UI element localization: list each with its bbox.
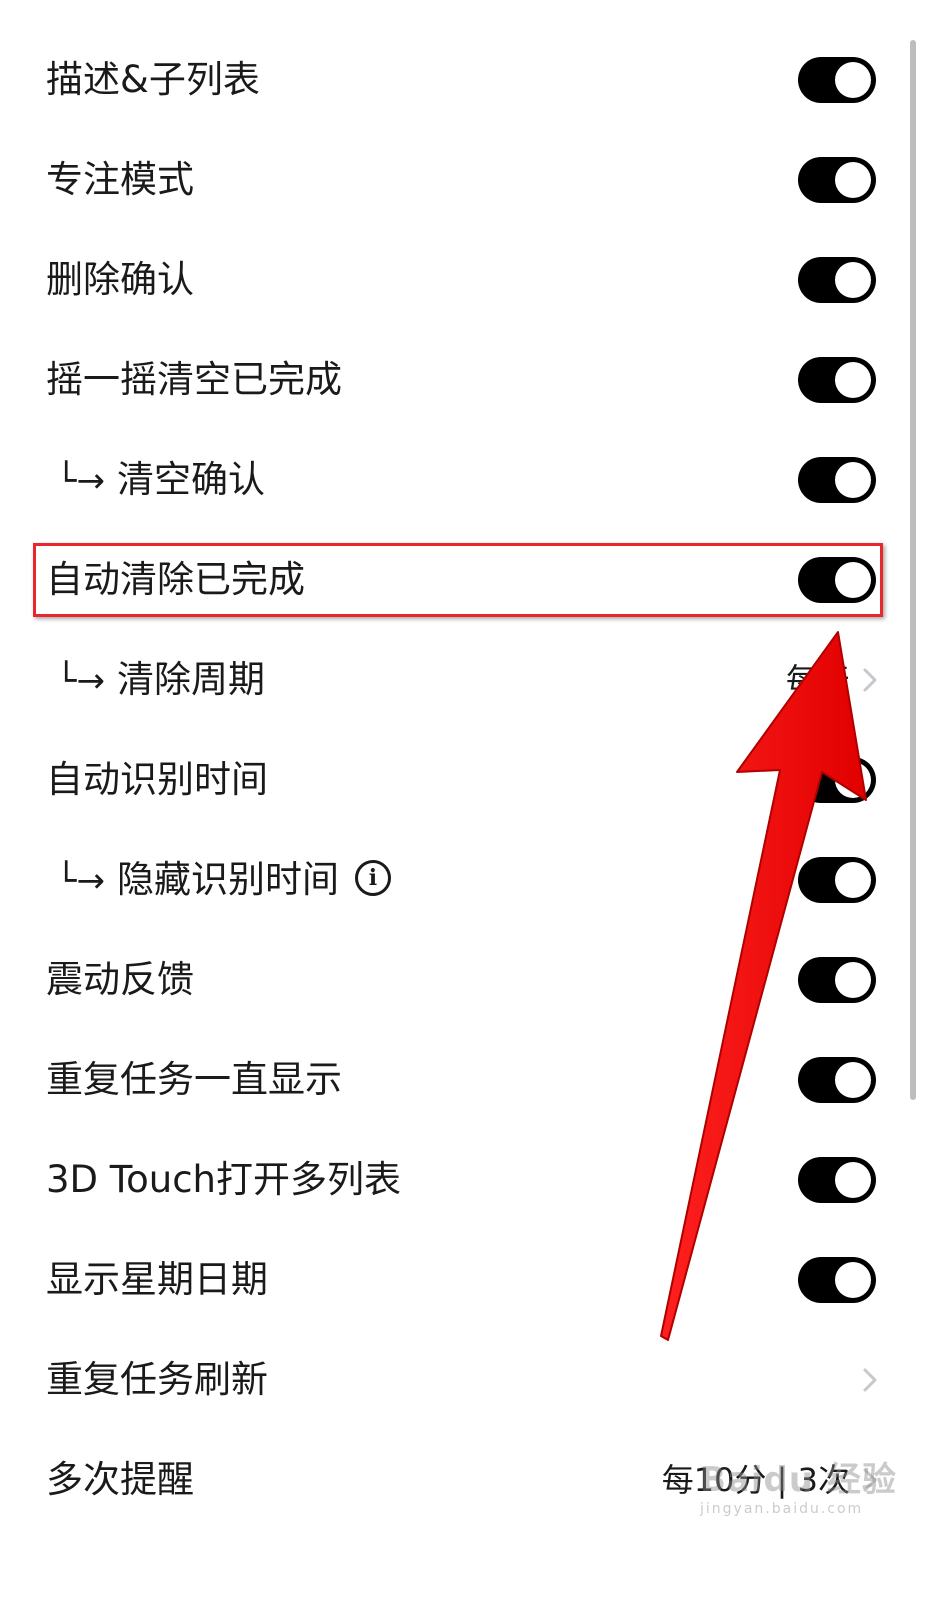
setting-label: 描述&子列表: [46, 58, 260, 101]
toggle-knob: [835, 462, 871, 498]
setting-label: 专注模式: [46, 158, 194, 201]
setting-value: 每10分 | 3次: [661, 1461, 850, 1499]
setting-label: 重复任务刷新: [46, 1358, 268, 1401]
setting-row-focus-mode[interactable]: 专注模式: [0, 130, 940, 230]
scrollbar[interactable]: [910, 40, 916, 1100]
toggle-switch[interactable]: [798, 1157, 876, 1203]
sub-arrow-icon: └→: [56, 861, 105, 901]
toggle-switch[interactable]: [798, 457, 876, 503]
chevron-right-icon: [863, 1468, 877, 1492]
setting-label-text: 隐藏识别时间: [116, 858, 339, 901]
toggle-switch[interactable]: [798, 57, 876, 103]
setting-row-clear-confirm[interactable]: └→ 清空确认: [0, 430, 940, 530]
toggle-knob: [835, 962, 871, 998]
setting-row-multiple-reminders[interactable]: 多次提醒 每10分 | 3次: [0, 1430, 940, 1530]
setting-row-show-weekday[interactable]: 显示星期日期: [0, 1230, 940, 1330]
chevron-right-icon: [863, 668, 877, 692]
toggle-knob: [835, 162, 871, 198]
setting-label-text: 清空确认: [116, 458, 265, 501]
setting-value: 每天: [785, 661, 850, 699]
setting-label: 3D Touch打开多列表: [46, 1158, 401, 1201]
setting-row-description-sublist[interactable]: 描述&子列表: [0, 30, 940, 130]
toggle-knob: [835, 262, 871, 298]
setting-row-3d-touch[interactable]: 3D Touch打开多列表: [0, 1130, 940, 1230]
setting-row-hide-detected-time[interactable]: └→ 隐藏识别时间 i: [0, 830, 940, 930]
toggle-switch[interactable]: [798, 1057, 876, 1103]
toggle-knob: [835, 762, 871, 798]
setting-row-auto-clear-completed[interactable]: 自动清除已完成: [0, 530, 940, 630]
setting-row-delete-confirm[interactable]: 删除确认: [0, 230, 940, 330]
toggle-switch[interactable]: [798, 257, 876, 303]
setting-row-repeat-refresh[interactable]: 重复任务刷新: [0, 1330, 940, 1430]
setting-label: └→ 隐藏识别时间 i: [56, 830, 391, 930]
toggle-knob: [835, 562, 871, 598]
setting-row-clear-period[interactable]: └→ 清除周期 每天: [0, 630, 940, 730]
setting-label: 摇一摇清空已完成: [46, 358, 342, 401]
setting-label-text: 清除周期: [116, 658, 265, 701]
toggle-knob: [835, 862, 871, 898]
toggle-knob: [835, 1262, 871, 1298]
setting-label: └→ 清除周期: [56, 630, 265, 730]
setting-label: 显示星期日期: [46, 1258, 268, 1301]
setting-label: 重复任务一直显示: [46, 1058, 342, 1101]
toggle-switch[interactable]: [798, 857, 876, 903]
setting-row-repeat-always-show[interactable]: 重复任务一直显示: [0, 1030, 940, 1130]
setting-label: 自动识别时间: [46, 758, 268, 801]
toggle-switch[interactable]: [798, 157, 876, 203]
toggle-knob: [835, 362, 871, 398]
toggle-knob: [835, 1062, 871, 1098]
setting-label: 多次提醒: [46, 1458, 194, 1501]
chevron-right-icon: [863, 1368, 877, 1392]
toggle-switch[interactable]: [798, 757, 876, 803]
setting-label: 自动清除已完成: [46, 558, 305, 601]
sub-arrow-icon: └→: [56, 661, 105, 701]
setting-label: 删除确认: [46, 258, 194, 301]
setting-label: 震动反馈: [46, 958, 194, 1001]
toggle-switch[interactable]: [798, 1257, 876, 1303]
setting-row-shake-clear[interactable]: 摇一摇清空已完成: [0, 330, 940, 430]
settings-list: 描述&子列表 专注模式 删除确认 摇一摇清空已完成 └→ 清空确认 自动清除已完成…: [0, 30, 940, 1530]
toggle-knob: [835, 1162, 871, 1198]
toggle-switch[interactable]: [798, 957, 876, 1003]
toggle-knob: [835, 62, 871, 98]
setting-row-auto-detect-time[interactable]: 自动识别时间: [0, 730, 940, 830]
info-circle-icon[interactable]: i: [354, 859, 391, 896]
toggle-switch[interactable]: [798, 557, 876, 603]
setting-row-haptic-feedback[interactable]: 震动反馈: [0, 930, 940, 1030]
setting-label: └→ 清空确认: [56, 430, 265, 530]
toggle-switch[interactable]: [798, 357, 876, 403]
sub-arrow-icon: └→: [56, 461, 105, 501]
